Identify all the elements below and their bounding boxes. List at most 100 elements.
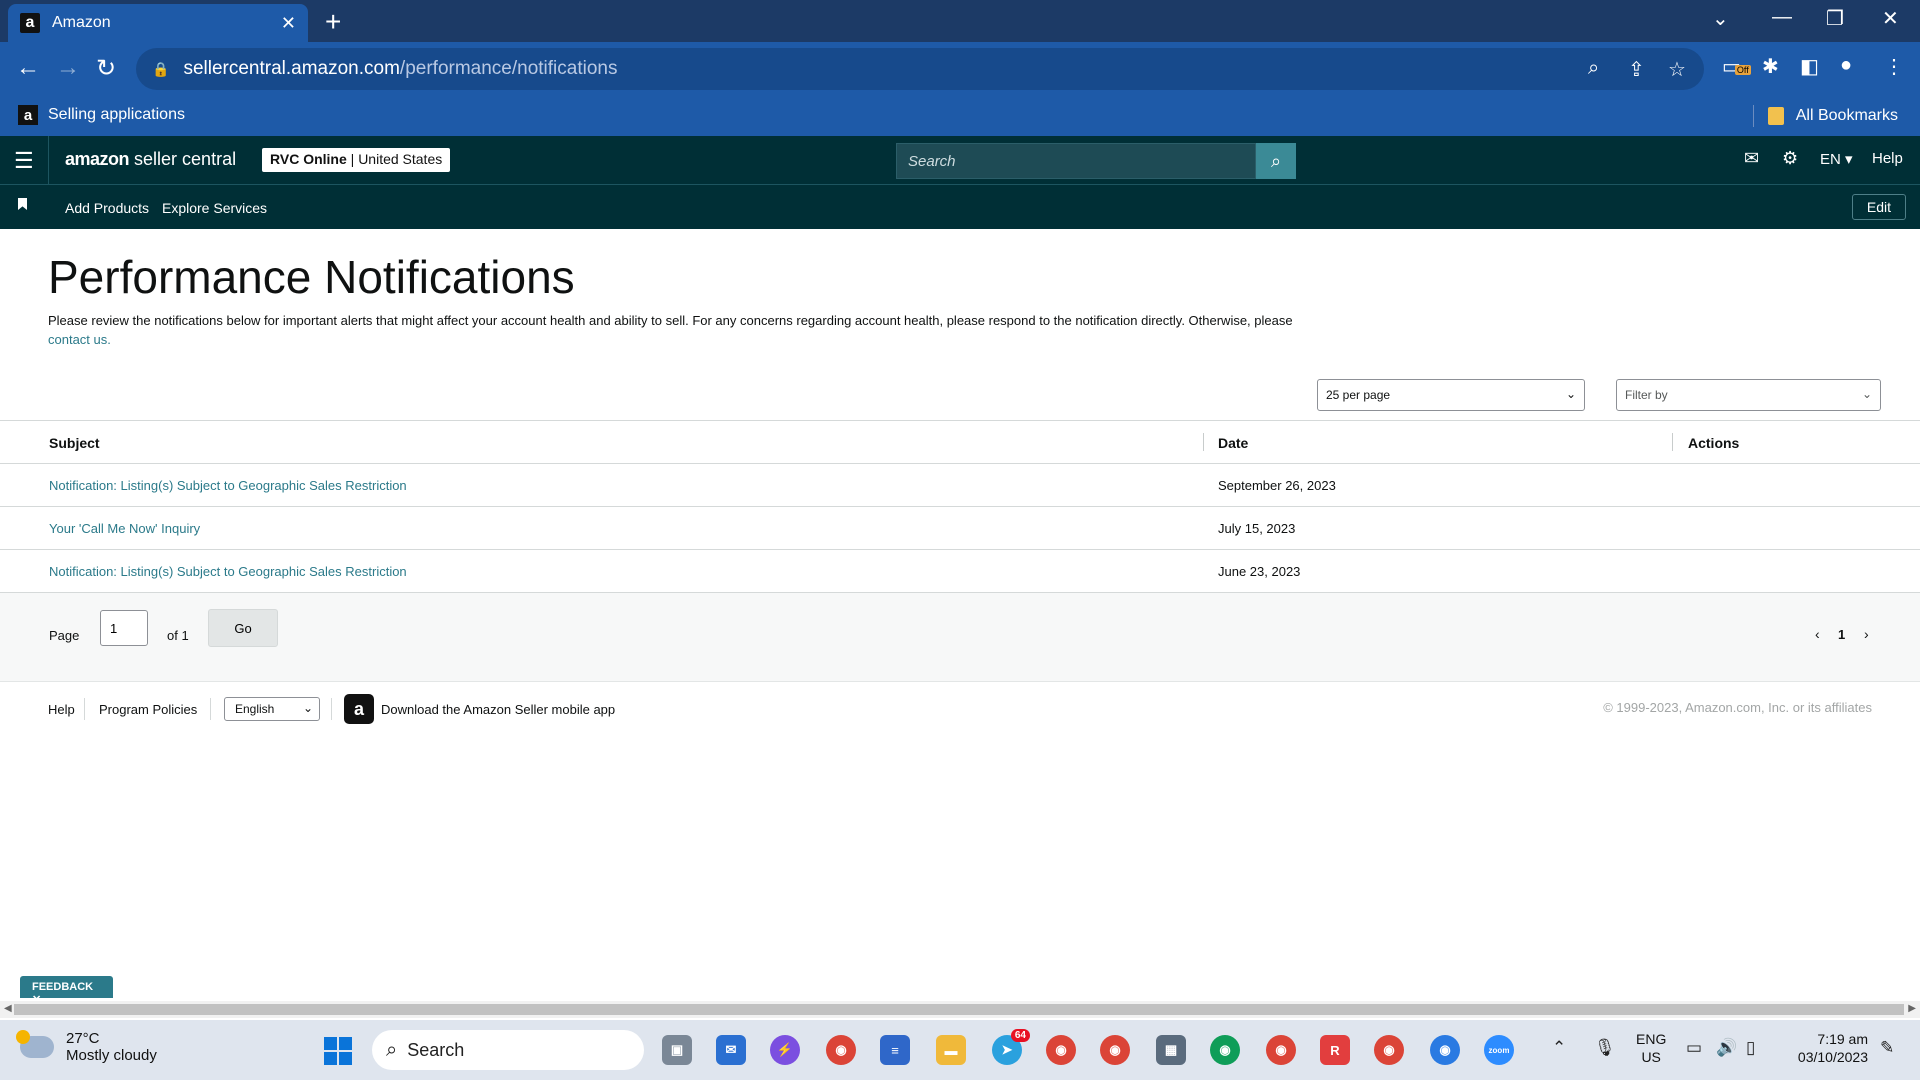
file-explorer-icon[interactable]: ▬ bbox=[936, 1035, 966, 1065]
restore-button[interactable]: ❐ bbox=[1826, 6, 1844, 31]
footer-language-select[interactable]: English ⌄ bbox=[224, 697, 320, 721]
chrome-profile-icon[interactable]: ◉ bbox=[1430, 1035, 1460, 1065]
zoom-icon[interactable]: zoom bbox=[1484, 1035, 1514, 1065]
messenger-icon[interactable]: ⚡ bbox=[770, 1035, 800, 1065]
browser-toolbar: ← → ↻ 🔒 sellercentral.amazon.com/perform… bbox=[0, 42, 1920, 96]
side-panel-icon[interactable]: ◧ bbox=[1800, 54, 1819, 79]
microphone-icon[interactable]: 🎙 bbox=[1594, 1038, 1616, 1058]
notification-subject-link[interactable]: Your 'Call Me Now' Inquiry bbox=[49, 521, 200, 536]
network-icon[interactable]: ▭ bbox=[1686, 1038, 1702, 1058]
calculator-icon[interactable]: ▦ bbox=[1156, 1035, 1186, 1065]
all-bookmarks-button[interactable]: All Bookmarks bbox=[1752, 105, 1898, 127]
extension-off-icon[interactable]: ▭Off bbox=[1722, 54, 1751, 79]
notifications-icon[interactable]: ✎ bbox=[1880, 1038, 1894, 1058]
divider bbox=[210, 698, 211, 720]
minimize-button[interactable]: — bbox=[1772, 6, 1792, 29]
scrollbar-thumb[interactable] bbox=[14, 1004, 1904, 1015]
contact-us-link[interactable]: contact us. bbox=[48, 332, 111, 347]
app-r-icon[interactable]: R bbox=[1320, 1035, 1350, 1065]
footer-program-policies-link[interactable]: Program Policies bbox=[99, 702, 197, 717]
battery-icon[interactable]: ▯ bbox=[1746, 1038, 1755, 1058]
profile-icon[interactable]: ● bbox=[1840, 54, 1852, 77]
close-tab-icon[interactable]: ✕ bbox=[281, 13, 296, 34]
hamburger-menu-icon[interactable]: ☰ bbox=[14, 148, 34, 174]
close-window-button[interactable]: ✕ bbox=[1882, 6, 1899, 31]
notepad-icon[interactable]: ≡ bbox=[880, 1035, 910, 1065]
bookmark-selling-applications[interactable]: a Selling applications bbox=[18, 105, 185, 125]
seller-central-logo[interactable]: amazon seller central bbox=[65, 149, 236, 170]
copyright-text: © 1999-2023, Amazon.com, Inc. or its aff… bbox=[1603, 700, 1872, 715]
filter-select[interactable]: Filter by ⌄ bbox=[1616, 379, 1881, 411]
weather-widget[interactable]: 27°C Mostly cloudy bbox=[16, 1030, 157, 1064]
back-icon[interactable]: ← bbox=[16, 54, 40, 82]
chrome-profile-icon[interactable]: ◉ bbox=[1266, 1035, 1296, 1065]
page-number-input[interactable] bbox=[100, 610, 148, 646]
previous-page-icon[interactable]: ‹ bbox=[1815, 626, 1820, 642]
zoom-icon[interactable]: ⌕ bbox=[1588, 57, 1599, 80]
nav-explore-services[interactable]: Explore Services bbox=[162, 200, 267, 216]
bookmark-icon[interactable] bbox=[18, 198, 27, 210]
download-app-link[interactable]: Download the Amazon Seller mobile app bbox=[381, 702, 615, 717]
chrome-icon[interactable]: ◉ bbox=[826, 1035, 856, 1065]
account-switcher[interactable]: RVC Online | United States bbox=[262, 148, 451, 172]
mail-app-icon[interactable]: ✉ bbox=[716, 1035, 746, 1065]
search-icon: ⌕ bbox=[386, 1038, 398, 1061]
extensions-puzzle-icon[interactable]: ✱ bbox=[1762, 54, 1779, 79]
browser-menu-icon[interactable]: ⋮ bbox=[1884, 54, 1904, 79]
reload-icon[interactable]: ↻ bbox=[96, 54, 116, 83]
bookmark-star-icon[interactable]: ☆ bbox=[1668, 57, 1686, 82]
per-page-select[interactable]: 25 per page ⌄ bbox=[1317, 379, 1585, 411]
chrome-profile-icon[interactable]: ◉ bbox=[1046, 1035, 1076, 1065]
browser-tab-amazon[interactable]: a Amazon ✕ bbox=[8, 4, 308, 42]
address-bar[interactable]: 🔒 sellercentral.amazon.com/performance/n… bbox=[136, 48, 1704, 90]
nav-add-products[interactable]: Add Products bbox=[65, 200, 149, 216]
telegram-icon[interactable]: ➤ 64 bbox=[992, 1029, 1030, 1065]
header-subject[interactable]: Subject bbox=[49, 435, 100, 451]
mail-icon[interactable]: ✉ bbox=[1744, 148, 1759, 169]
chevron-up-icon[interactable]: ⌃ bbox=[1552, 1038, 1566, 1058]
lock-icon: 🔒 bbox=[152, 60, 170, 77]
table-row: Notification: Listing(s) Subject to Geog… bbox=[0, 550, 1920, 593]
search-input[interactable] bbox=[896, 143, 1256, 179]
windows-start-icon[interactable] bbox=[324, 1037, 352, 1065]
divider bbox=[48, 136, 49, 184]
scroll-left-icon[interactable]: ◀ bbox=[4, 1003, 12, 1014]
pagination-bar: Page of 1 Go ‹ 1 › bbox=[0, 593, 1920, 682]
bookmark-label: Selling applications bbox=[48, 106, 185, 123]
seller-search: ⌕ bbox=[896, 143, 1296, 179]
language-selector[interactable]: EN ▾ bbox=[1820, 150, 1853, 168]
new-tab-button[interactable]: + bbox=[325, 6, 341, 38]
taskbar-search[interactable]: ⌕ Search bbox=[372, 1030, 644, 1070]
next-page-icon[interactable]: › bbox=[1864, 626, 1869, 642]
chevron-down-icon: ⌄ bbox=[1565, 387, 1576, 401]
gear-icon[interactable]: ⚙ bbox=[1782, 148, 1798, 169]
notification-subject-link[interactable]: Notification: Listing(s) Subject to Geog… bbox=[49, 478, 407, 493]
volume-icon[interactable]: 🔊 bbox=[1716, 1038, 1737, 1058]
chrome-profile-icon[interactable]: ◉ bbox=[1210, 1035, 1240, 1065]
forward-icon[interactable]: → bbox=[56, 54, 80, 82]
scroll-right-icon[interactable]: ▶ bbox=[1908, 1003, 1916, 1014]
task-view-icon[interactable]: ▣ bbox=[662, 1035, 692, 1065]
input-language[interactable]: ENG US bbox=[1636, 1030, 1666, 1066]
url-path: /performance/notifications bbox=[399, 58, 618, 79]
edit-button[interactable]: Edit bbox=[1851, 194, 1906, 220]
page-label: Page bbox=[49, 628, 80, 643]
cloud-sun-icon bbox=[16, 1030, 54, 1058]
tab-search-icon[interactable]: ⌄ bbox=[1712, 6, 1729, 31]
bookmarks-nav: Add Products Explore Services Edit bbox=[0, 184, 1920, 229]
current-page-number[interactable]: 1 bbox=[1838, 627, 1845, 642]
go-button[interactable]: Go bbox=[208, 609, 278, 647]
amazon-seller-app-icon[interactable]: a bbox=[344, 694, 374, 724]
chrome-profile-icon[interactable]: ◉ bbox=[1374, 1035, 1404, 1065]
search-button[interactable]: ⌕ bbox=[1256, 143, 1296, 179]
horizontal-scrollbar[interactable]: ◀ ▶ bbox=[0, 1001, 1920, 1018]
notification-subject-link[interactable]: Notification: Listing(s) Subject to Geog… bbox=[49, 564, 407, 579]
chrome-profile-icon[interactable]: ◉ bbox=[1100, 1035, 1130, 1065]
header-date[interactable]: Date bbox=[1218, 435, 1248, 451]
help-link[interactable]: Help bbox=[1872, 150, 1903, 167]
weather-condition: Mostly cloudy bbox=[66, 1047, 157, 1064]
taskbar-clock[interactable]: 7:19 am 03/10/2023 bbox=[1788, 1030, 1868, 1066]
footer-help-link[interactable]: Help bbox=[48, 702, 75, 717]
feedback-tab[interactable]: FEEDBACK ✕ bbox=[20, 976, 113, 1006]
share-icon[interactable]: ⇪ bbox=[1628, 57, 1645, 82]
